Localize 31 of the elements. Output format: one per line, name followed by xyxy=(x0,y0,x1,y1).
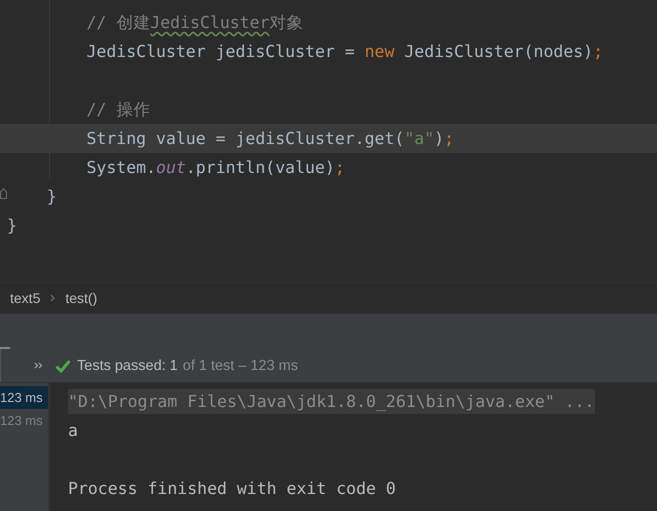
test-duration-item[interactable]: 123 ms xyxy=(0,386,48,409)
test-summary: Tests passed: 1 xyxy=(77,358,178,374)
code-token: // 操作 xyxy=(85,100,150,119)
fold-marker-icon[interactable] xyxy=(0,188,7,199)
code-token: ; xyxy=(593,42,604,61)
code-token: JedisCluster(nodes) xyxy=(403,42,594,61)
console-command: "D:\Program Files\Java\jdk1.8.0_261\bin\java.exe" ... xyxy=(68,389,594,414)
code-token: // 创建 xyxy=(85,13,150,32)
console-output: a xyxy=(68,421,78,440)
code-token: JedisCluster xyxy=(150,13,270,32)
code-token: JedisCluster jedisCluster = xyxy=(85,42,356,61)
code-token: "a" xyxy=(404,129,434,148)
check-icon xyxy=(55,358,71,372)
code-editor[interactable]: // 创建JedisCluster对象 JedisCluster jedisCluster = new JedisCluster(nodes); // 操作 String value = jedisCluster.get("a"); System.out.println(value); } } xyxy=(0,0,657,282)
code-token: } xyxy=(7,216,17,235)
chevron-icon xyxy=(50,294,56,302)
code-token: ; xyxy=(334,158,345,177)
test-detail: of 1 test – 123 ms xyxy=(182,358,298,374)
expand-icon[interactable] xyxy=(34,362,43,369)
code-token: ) xyxy=(434,129,444,148)
code-token: System. xyxy=(85,158,156,177)
breadcrumb-item[interactable]: test() xyxy=(65,290,98,306)
code-token: String value = jedisCluster.get( xyxy=(85,129,404,148)
code-token: .println(value) xyxy=(186,158,335,177)
code-token: 对象 xyxy=(270,13,304,32)
code-token: } xyxy=(46,187,57,206)
code-token: out xyxy=(156,158,186,177)
code-token: new xyxy=(364,42,394,61)
breadcrumb-item[interactable]: text5 xyxy=(10,290,40,306)
code-token: ; xyxy=(444,129,454,148)
console-output: Process finished with exit code 0 xyxy=(68,479,396,498)
